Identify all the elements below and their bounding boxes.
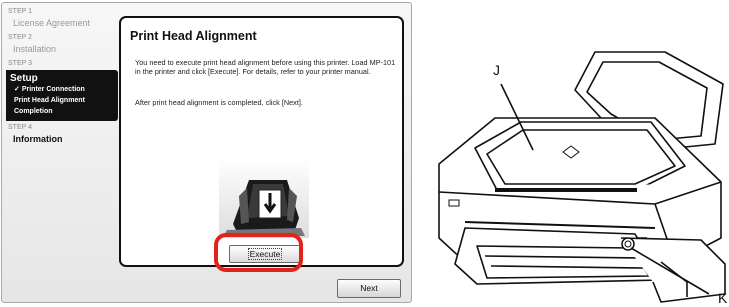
- step3-title: Setup: [10, 73, 38, 84]
- step4-title: Information: [13, 134, 63, 144]
- step2-title: Installation: [13, 44, 57, 54]
- printer-illustration: [438, 51, 726, 303]
- step3-label: STEP 3: [8, 60, 32, 67]
- installer-window: STEP 1 License Agreement STEP 2 Installa…: [1, 2, 412, 303]
- step4-label: STEP 4: [8, 124, 32, 131]
- callout-label-k: K: [718, 290, 728, 306]
- paper-loading-arrow-icon: [219, 158, 309, 238]
- callout-label-j: J: [493, 62, 500, 78]
- check-icon: ✓: [14, 86, 20, 93]
- next-instruction-text: After print head alignment is completed,…: [135, 98, 303, 107]
- step-sidebar: STEP 1 License Agreement STEP 2 Installa…: [6, 7, 118, 272]
- step3-active-block: Setup ✓ Printer Connection Print Head Al…: [6, 70, 118, 121]
- instruction-text: You need to execute print head alignment…: [135, 58, 396, 76]
- execute-highlight-ring: [214, 233, 303, 272]
- substep-print-head-alignment: Print Head Alignment: [14, 97, 85, 104]
- substep-completion: Completion: [14, 108, 53, 115]
- next-button[interactable]: Next: [337, 279, 401, 298]
- page-title: Print Head Alignment: [130, 29, 257, 43]
- substep-printer-connection: ✓ Printer Connection: [14, 86, 85, 93]
- step1-title: License Agreement: [13, 18, 91, 28]
- content-panel: Print Head Alignment You need to execute…: [119, 16, 404, 267]
- step2-label: STEP 2: [8, 34, 32, 41]
- step1-label: STEP 1: [8, 8, 32, 15]
